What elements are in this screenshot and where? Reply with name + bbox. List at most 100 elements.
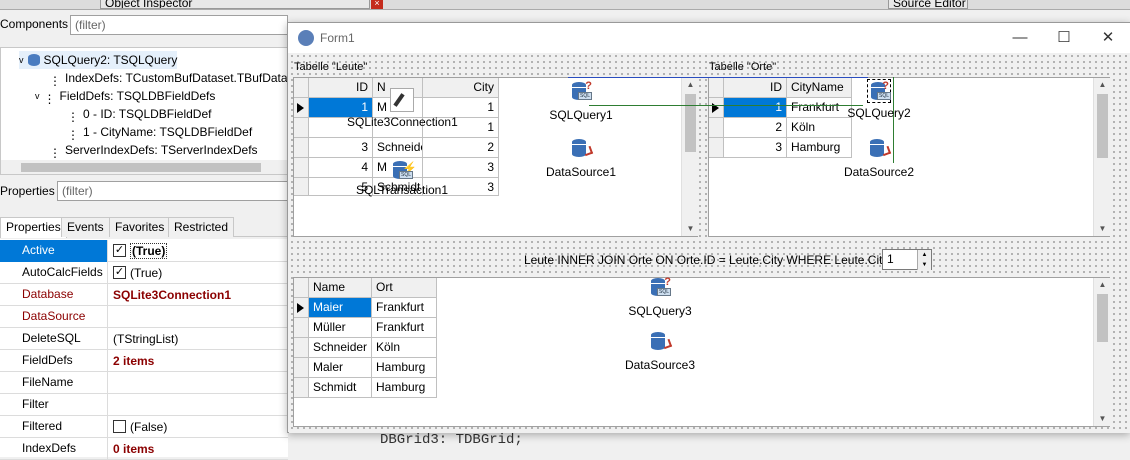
property-value[interactable]: ✓ (True): [108, 242, 168, 259]
column-header-id[interactable]: ID: [724, 78, 787, 98]
tree-node-field-id[interactable]: ⋮ 0 - ID: TSQLDBFieldDef: [67, 105, 211, 124]
checkbox-icon[interactable]: ✓: [113, 244, 126, 257]
component-sqltransaction1[interactable]: ⚡ SQL SQLTransaction1: [347, 159, 457, 197]
code-peek: DBGrid3: TDBGrid;: [380, 432, 523, 448]
table-cell[interactable]: Köln: [372, 338, 437, 358]
dbgrid-result[interactable]: Name Ort Maier Frankfurt Müller Frankfur…: [294, 278, 440, 398]
result-vscrollbar[interactable]: ▲ ▼: [1093, 278, 1110, 426]
table-cell[interactable]: 3: [724, 138, 787, 158]
table-cell[interactable]: Hamburg: [372, 378, 437, 398]
property-row-active[interactable]: ➔ Active ✓ (True): [0, 239, 288, 262]
index-defs-icon: ⋮: [49, 74, 61, 88]
scroll-thumb[interactable]: [685, 94, 696, 152]
city-spin-edit[interactable]: 1 ▲ ▼: [882, 249, 932, 270]
scroll-thumb[interactable]: [1097, 294, 1108, 342]
checkbox-icon[interactable]: [113, 420, 126, 433]
tab-favorites[interactable]: Favorites: [109, 217, 171, 237]
orte-vscrollbar[interactable]: ▲ ▼: [1093, 78, 1110, 236]
table-cell[interactable]: Schmidt: [309, 378, 372, 398]
scroll-up-icon[interactable]: ▲: [1094, 278, 1111, 292]
datasource-icon: [867, 137, 892, 161]
table-cell[interactable]: 2: [724, 118, 787, 138]
properties-filter-input[interactable]: (filter): [57, 181, 288, 201]
tab-events[interactable]: Events: [61, 217, 110, 237]
property-row-filename[interactable]: FileName: [0, 371, 288, 394]
property-row-datasource[interactable]: DataSource: [0, 305, 288, 328]
table-cell[interactable]: 2: [423, 138, 499, 158]
property-value[interactable]: 0 items: [108, 442, 154, 456]
collapse-icon[interactable]: v: [19, 51, 24, 69]
tab-restricted[interactable]: Restricted: [168, 217, 235, 237]
checkbox-icon[interactable]: ✓: [113, 266, 126, 279]
property-value[interactable]: (False): [108, 420, 167, 434]
table-cell[interactable]: Frankfurt: [372, 318, 437, 338]
table-cell[interactable]: Schneider: [373, 138, 423, 158]
grid-indicator-header: [294, 78, 309, 98]
component-datasource1[interactable]: DataSource1: [541, 137, 621, 179]
sql-query-icon: ? SQL: [569, 80, 593, 104]
tree-node-fielddefs[interactable]: v ⋮ FieldDefs: TSQLDBFieldDefs: [35, 87, 215, 106]
datasource-icon: [648, 330, 673, 354]
component-datasource3[interactable]: DataSource3: [615, 330, 705, 372]
property-value[interactable]: SQLite3Connection1: [108, 288, 231, 302]
component-datasource2[interactable]: DataSource2: [839, 137, 919, 179]
tree-hscrollbar[interactable]: [1, 160, 287, 174]
feather-icon: [390, 88, 414, 112]
spin-down-icon[interactable]: ▼: [917, 260, 931, 270]
sql-query-icon: ? SQL: [867, 79, 891, 103]
tree-node-field-cityname[interactable]: ⋮ 1 - CityName: TSQLDBFieldDef: [67, 123, 252, 142]
property-row-filtered[interactable]: Filtered (False): [0, 415, 288, 438]
property-row-filter[interactable]: Filter: [0, 393, 288, 416]
scroll-up-icon[interactable]: ▲: [1094, 78, 1111, 92]
dbgrid-orte[interactable]: ID CityName 1 Frankfurt 2 Köln 3 Hamburg: [709, 78, 854, 160]
leute-vscrollbar[interactable]: ▲ ▼: [681, 78, 698, 236]
grid-indicator: [294, 378, 309, 398]
property-value[interactable]: (TStringList): [108, 332, 178, 346]
column-header-name[interactable]: Name: [309, 278, 372, 298]
transaction-icon: ⚡ SQL: [390, 159, 417, 183]
tree-node-indexdefs[interactable]: ⋮ IndexDefs: TCustomBufDataset.TBufDatas…: [49, 69, 287, 88]
scroll-thumb[interactable]: [1097, 94, 1108, 158]
close-window-icon[interactable]: ✕: [1086, 23, 1130, 53]
scroll-down-icon[interactable]: ▼: [1094, 412, 1111, 426]
property-value[interactable]: 2 items: [108, 354, 154, 368]
form-title-bar[interactable]: Form1 — ☐ ✕: [288, 23, 1130, 53]
components-filter-input[interactable]: (filter): [70, 15, 288, 35]
form-title: Form1: [320, 31, 355, 45]
property-row-autocalcfields[interactable]: AutoCalcFields ✓ (True): [0, 261, 288, 284]
property-row-indexdefs[interactable]: IndexDefs 0 items: [0, 437, 288, 460]
tree-node-sqlquery2[interactable]: v SQLQuery2: TSQLQuery: [19, 51, 178, 69]
component-sqlquery1[interactable]: ? SQL SQLQuery1: [541, 80, 621, 122]
scroll-down-icon[interactable]: ▼: [1094, 222, 1111, 236]
grid-indicator: [709, 138, 724, 158]
spin-up-icon[interactable]: ▲: [917, 250, 931, 260]
column-header-ort[interactable]: Ort: [372, 278, 437, 298]
close-icon[interactable]: ×: [371, 0, 383, 9]
table-cell[interactable]: 1: [724, 98, 787, 118]
table-cell[interactable]: Maier: [309, 298, 372, 318]
table-cell[interactable]: 3: [309, 138, 373, 158]
table-cell[interactable]: Schneider: [309, 338, 372, 358]
property-row-deletesql[interactable]: DeleteSQL (TStringList): [0, 327, 288, 350]
table-cell[interactable]: Hamburg: [372, 358, 437, 378]
minimize-icon[interactable]: —: [998, 23, 1042, 53]
scroll-up-icon[interactable]: ▲: [682, 78, 699, 92]
component-sqlquery2[interactable]: ? SQL SQLQuery2: [839, 79, 919, 120]
component-sqlquery3[interactable]: ? SQL SQLQuery3: [615, 276, 705, 318]
table-cell[interactable]: Maler: [309, 358, 372, 378]
table-cell[interactable]: Müller: [309, 318, 372, 338]
spin-value[interactable]: 1: [887, 252, 894, 266]
component-sqlite3connection1[interactable]: SQLite3Connection1: [347, 88, 458, 129]
property-row-database[interactable]: Database SQLite3Connection1: [0, 283, 288, 306]
collapse-icon[interactable]: v: [35, 87, 40, 105]
source-editor-title: Source Editor: [888, 0, 968, 9]
property-value[interactable]: ✓ (True): [108, 266, 162, 280]
tab-properties[interactable]: Properties: [0, 217, 67, 238]
scroll-down-icon[interactable]: ▼: [682, 222, 699, 236]
property-row-fielddefs[interactable]: FieldDefs 2 items: [0, 349, 288, 372]
table-cell[interactable]: Köln: [787, 118, 852, 138]
table-cell[interactable]: Frankfurt: [372, 298, 437, 318]
grid-indicator: [294, 158, 309, 178]
maximize-icon[interactable]: ☐: [1042, 23, 1086, 53]
tree-node-serverindexdefs[interactable]: ⋮ ServerIndexDefs: TServerIndexDefs: [49, 141, 258, 160]
